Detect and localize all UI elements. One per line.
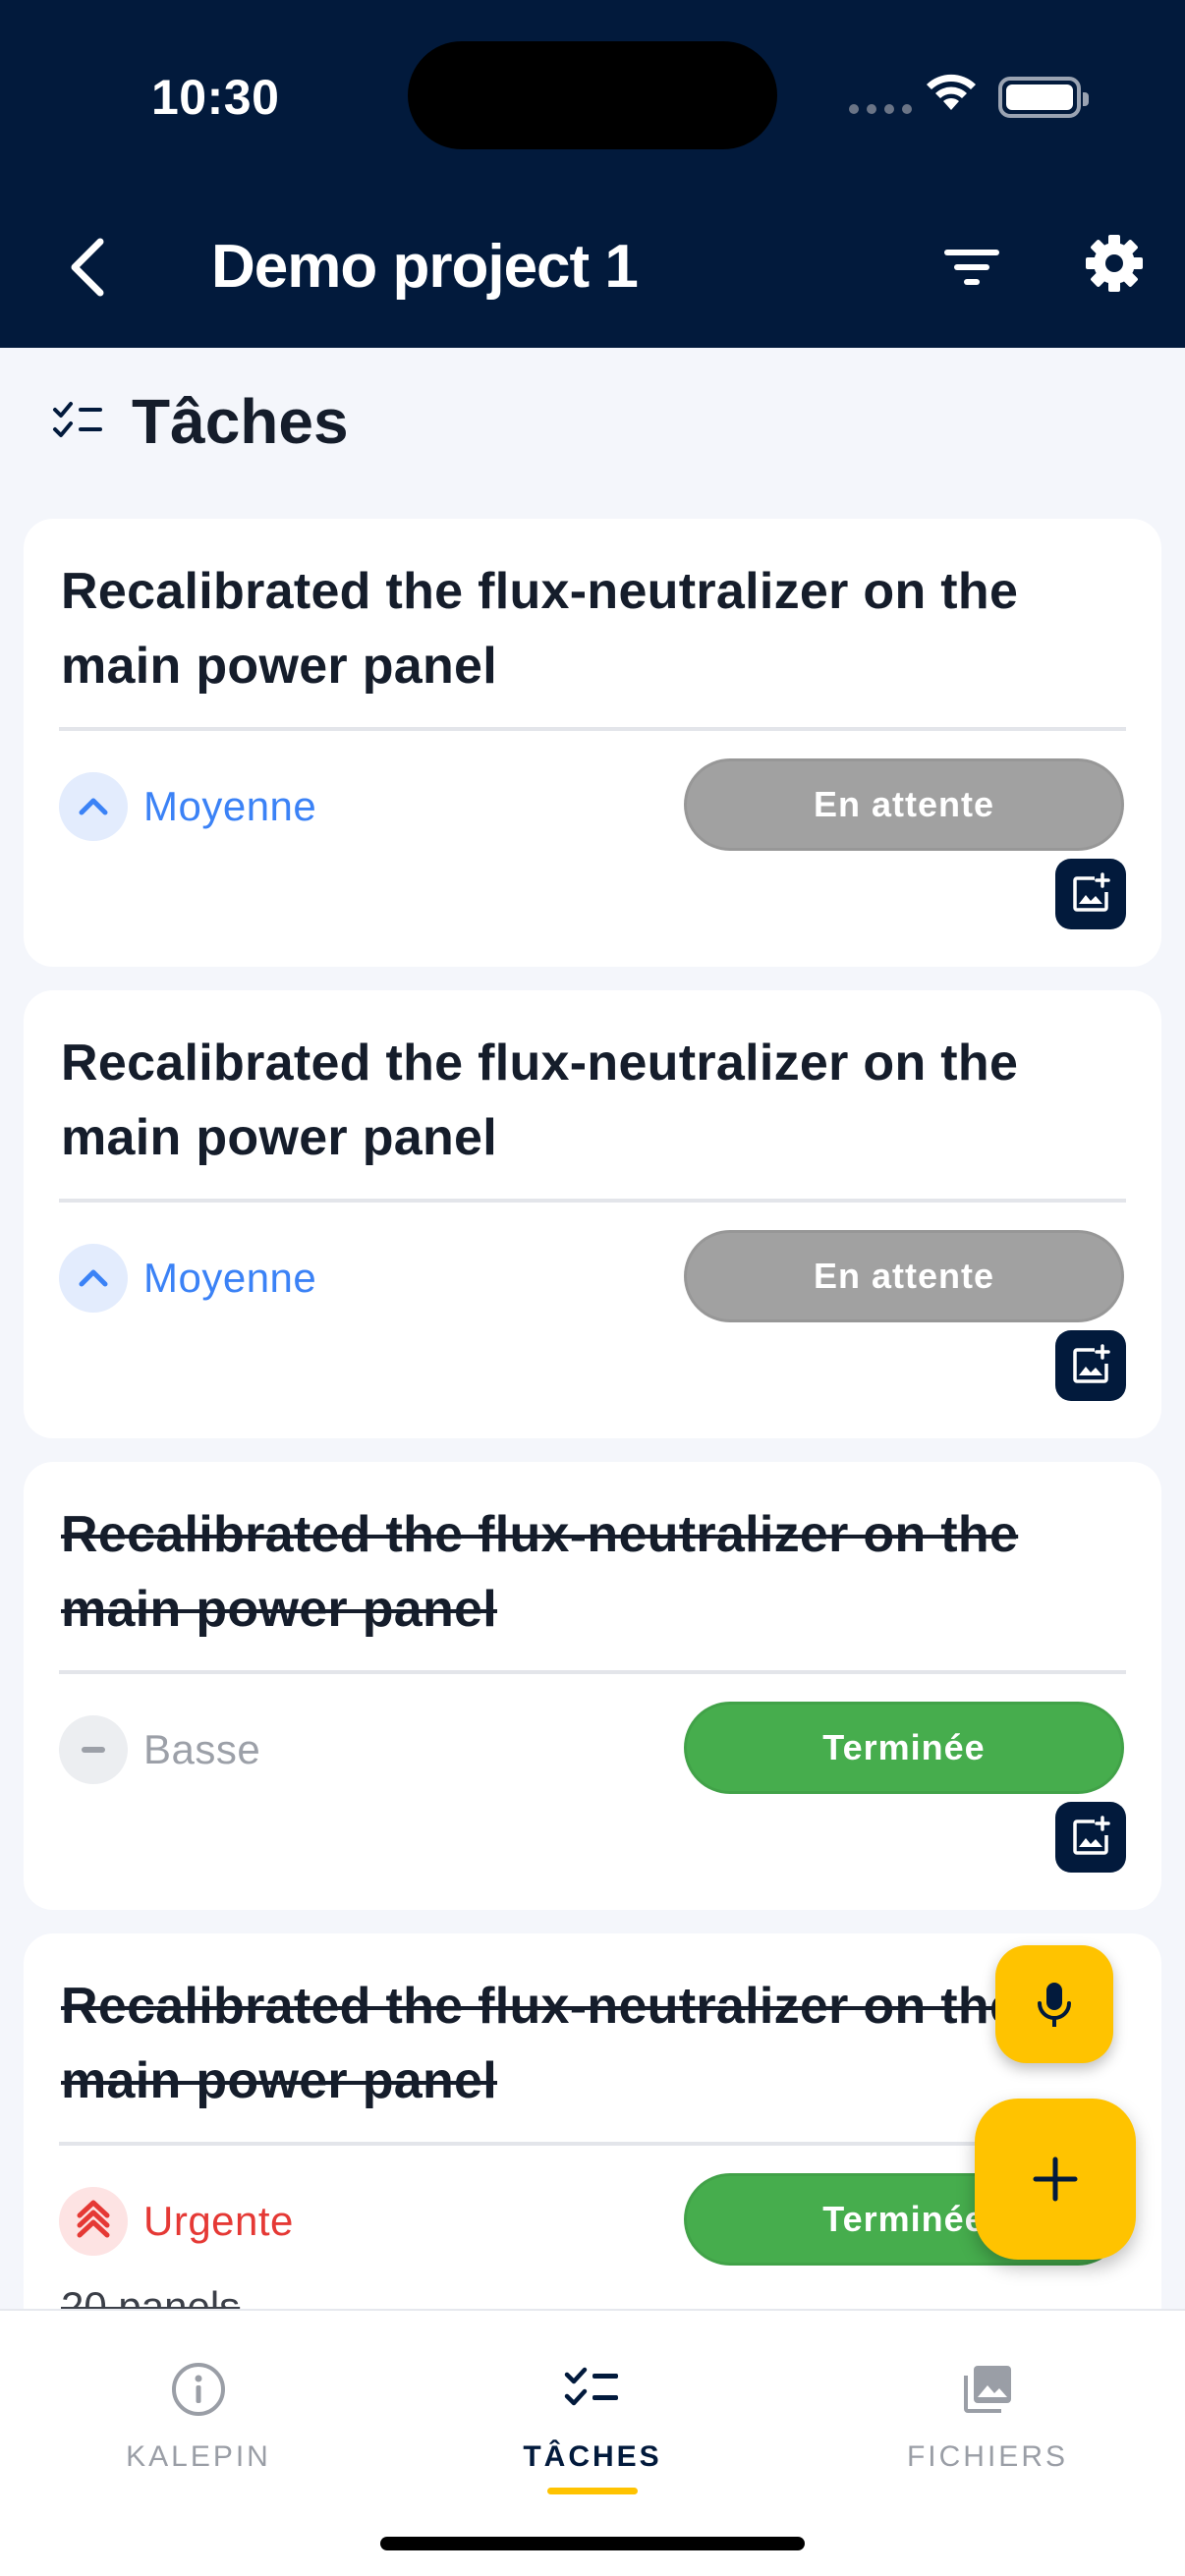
page-title: Demo project 1 xyxy=(211,233,639,301)
active-tab-indicator xyxy=(547,2488,638,2494)
double-chevron-up-icon xyxy=(59,2187,128,2256)
battery-icon xyxy=(998,77,1089,118)
divider xyxy=(59,1670,1126,1674)
task-title: Recalibrated the flux-neutralizer on the… xyxy=(61,1506,1019,1638)
nav-label: KALEPIN xyxy=(126,2440,271,2473)
cellular-signal-icon xyxy=(849,104,912,114)
status-button[interactable]: En attente xyxy=(684,758,1124,851)
add-task-button[interactable] xyxy=(975,2099,1136,2260)
task-card[interactable]: Recalibrated the flux-neutralizer on the… xyxy=(24,1462,1161,1910)
divider xyxy=(59,727,1126,731)
priority-label: Moyenne xyxy=(143,783,317,829)
gallery-icon xyxy=(956,2358,1019,2421)
divider xyxy=(59,1199,1126,1203)
add-photo-icon xyxy=(1073,1344,1110,1383)
status-button[interactable]: En attente xyxy=(684,1230,1124,1322)
chevron-up-icon xyxy=(59,772,128,841)
task-card[interactable]: Recalibrated the flux-neutralizer on the… xyxy=(24,519,1161,967)
priority-label: Moyenne xyxy=(143,1255,317,1301)
task-card[interactable]: Recalibrated the flux-neutralizer on the… xyxy=(24,990,1161,1438)
microphone-icon xyxy=(1038,1983,1071,2027)
add-photo-icon xyxy=(1073,1816,1110,1855)
section-header: Tâches xyxy=(51,385,349,458)
task-title: Recalibrated the flux-neutralizer on the… xyxy=(61,1978,1019,2109)
plus-icon xyxy=(1033,2156,1078,2202)
priority-label: Urgente xyxy=(143,2198,294,2244)
nav-item-kalepin[interactable]: KALEPIN xyxy=(51,2311,346,2507)
priority-indicator[interactable]: Moyenne xyxy=(59,1244,316,1313)
settings-gear-button[interactable] xyxy=(1083,232,1146,295)
filter-button[interactable] xyxy=(938,238,1007,297)
voice-input-button[interactable] xyxy=(995,1945,1113,2063)
add-photo-button[interactable] xyxy=(1055,1330,1126,1401)
divider xyxy=(59,2142,1126,2146)
priority-indicator[interactable]: Basse xyxy=(59,1715,260,1784)
priority-indicator[interactable]: Urgente xyxy=(59,2187,294,2256)
status-time: 10:30 xyxy=(151,70,280,125)
section-title: Tâches xyxy=(132,386,349,457)
add-photo-button[interactable] xyxy=(1055,859,1126,929)
minus-icon xyxy=(59,1715,128,1784)
chevron-up-icon xyxy=(59,1244,128,1313)
add-photo-button[interactable] xyxy=(1055,1802,1126,1873)
nav-item-fichiers[interactable]: FICHIERS xyxy=(840,2311,1135,2507)
nav-item-taches[interactable]: TÂCHES xyxy=(445,2311,740,2507)
home-indicator xyxy=(380,2537,805,2550)
priority-label: Basse xyxy=(143,1726,261,1772)
wifi-icon xyxy=(927,74,976,110)
add-photo-icon xyxy=(1073,872,1110,912)
dynamic-island xyxy=(408,41,777,149)
task-title: Recalibrated the flux-neutralizer on the… xyxy=(61,563,1019,695)
task-title: Recalibrated the flux-neutralizer on the… xyxy=(61,1035,1019,1166)
status-button[interactable]: Terminée xyxy=(684,1702,1124,1794)
priority-indicator[interactable]: Moyenne xyxy=(59,772,316,841)
checklist-icon xyxy=(561,2358,624,2421)
nav-label: FICHIERS xyxy=(906,2440,1068,2473)
back-button[interactable] xyxy=(57,228,116,307)
checklist-icon xyxy=(53,402,102,437)
info-icon xyxy=(167,2358,230,2421)
nav-label: TÂCHES xyxy=(523,2440,662,2473)
app-header: 10:30 Demo project 1 xyxy=(0,0,1185,348)
